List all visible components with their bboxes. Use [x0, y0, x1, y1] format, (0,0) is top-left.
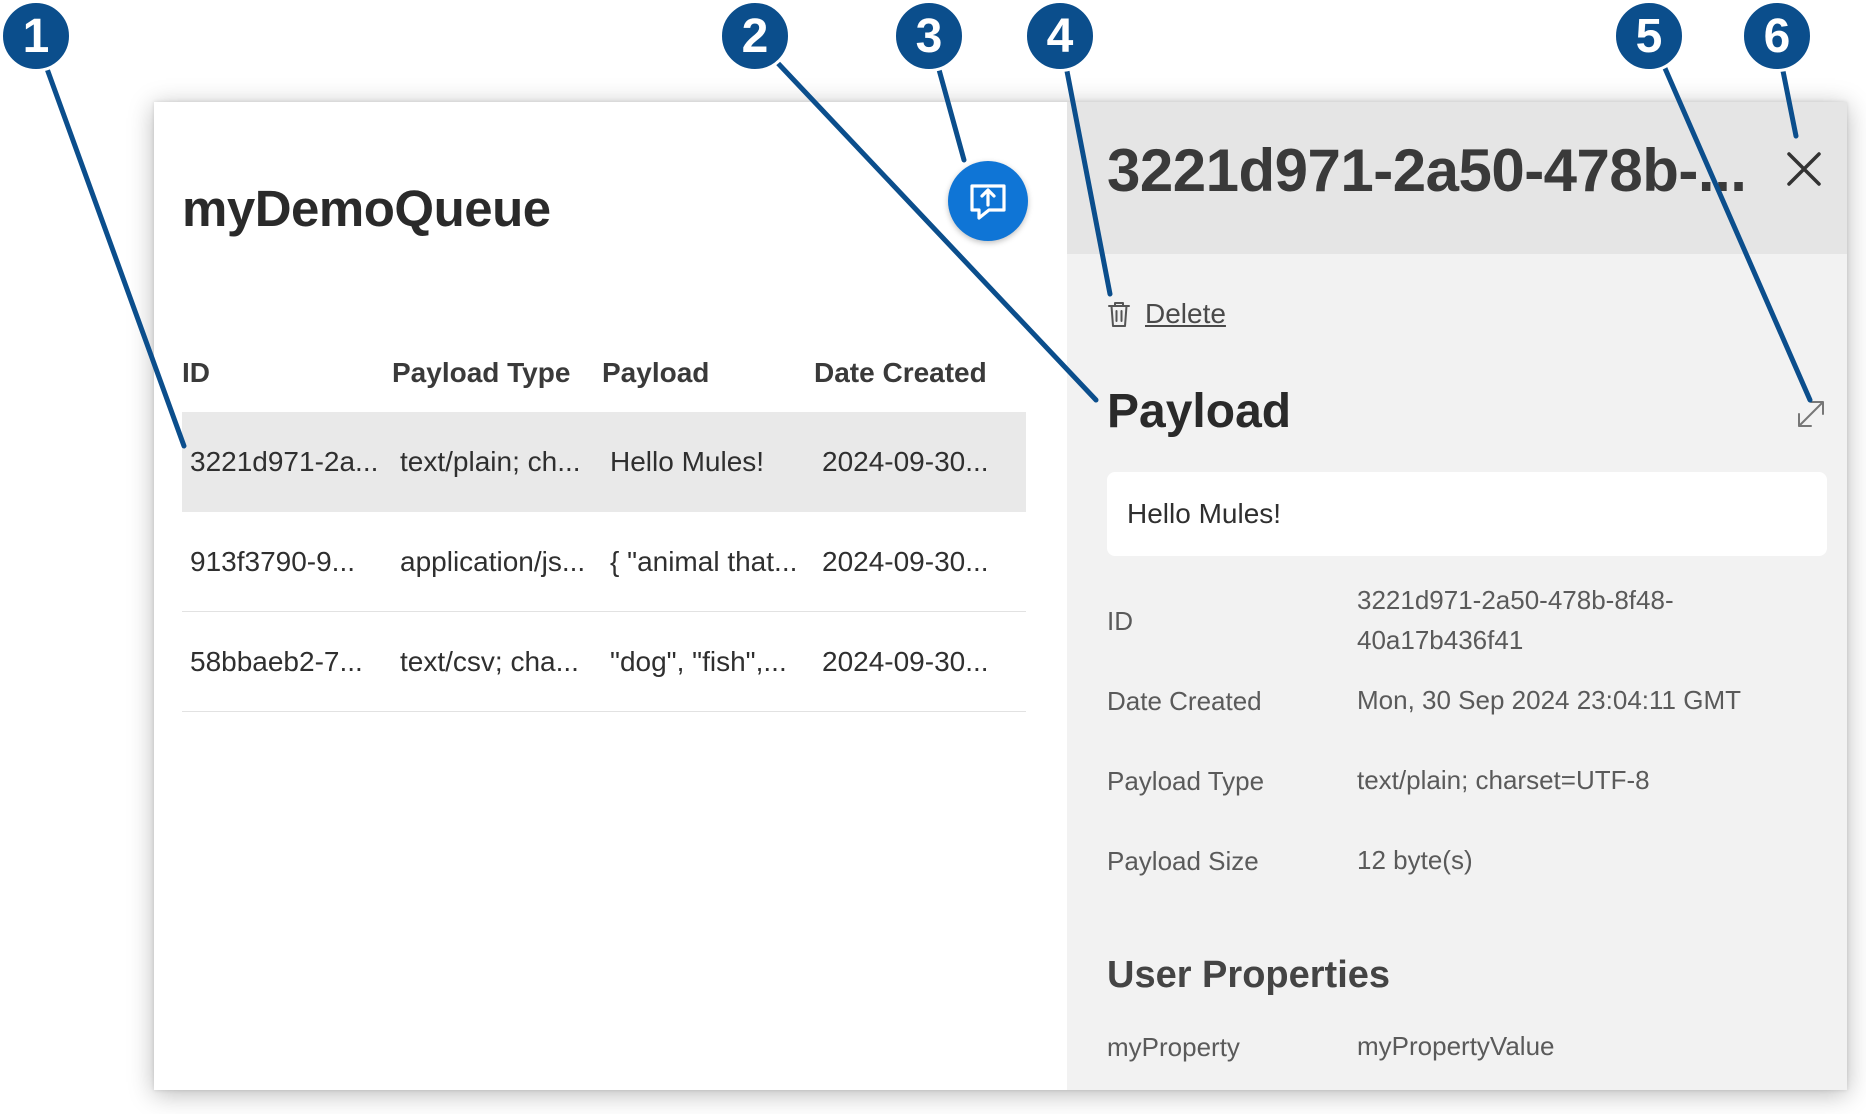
trash-icon — [1108, 302, 1130, 327]
message-upload-icon — [970, 184, 1006, 220]
callout-badge-3: 3 — [893, 0, 965, 72]
callout-badge-4: 4 — [1024, 0, 1096, 72]
queue-title: myDemoQueue — [182, 180, 551, 237]
close-icon — [1787, 152, 1821, 186]
cell-payload: "dog", "fish",... — [610, 645, 787, 677]
cell-id: 58bbaeb2-7... — [190, 645, 363, 677]
column-header-payload[interactable]: Payload — [602, 357, 814, 389]
delete-action[interactable]: Delete — [1107, 298, 1226, 330]
payload-content: Hello Mules! — [1127, 498, 1282, 529]
cell-payload: Hello Mules! — [610, 445, 765, 477]
column-header-date-created[interactable]: Date Created — [814, 357, 1026, 389]
callout-badge-6: 6 — [1741, 0, 1813, 72]
cell-payload: { "animal that... — [610, 545, 798, 577]
table-header: ID Payload Type Payload Date Created — [182, 334, 1026, 412]
message-detail-pane: 3221d971-2a50-478b-... Delete Payload He… — [1067, 102, 1847, 1090]
property-label-payload-size: Payload Size — [1107, 846, 1259, 876]
property-label-id: ID — [1107, 606, 1133, 636]
cell-date-created: 2024-09-30... — [822, 645, 989, 677]
cell-id: 913f3790-9... — [190, 545, 356, 577]
callout-badge-5: 5 — [1613, 0, 1685, 72]
column-header-payload-type[interactable]: Payload Type — [392, 357, 602, 389]
detail-title: 3221d971-2a50-478b-... — [1107, 137, 1747, 204]
table-row[interactable]: 913f3790-9... application/js... { "anima… — [182, 512, 1026, 612]
property-value-id: 3221d971-2a50-478b-8f48-40a17b436f41 — [1357, 585, 1674, 655]
messages-table: ID Payload Type Payload Date Created 322… — [182, 334, 1026, 712]
expand-icon — [1798, 401, 1824, 427]
user-property-label: myProperty — [1107, 1032, 1240, 1062]
payload-content-box: Hello Mules! — [1107, 472, 1827, 556]
publish-message-button[interactable] — [948, 161, 1028, 241]
cell-date-created: 2024-09-30... — [822, 445, 989, 477]
property-label-date-created: Date Created — [1107, 686, 1262, 716]
user-properties-heading: User Properties — [1107, 954, 1391, 996]
payload-heading: Payload — [1107, 385, 1292, 438]
table-row[interactable]: 3221d971-2a... text/plain; ch... Hello M… — [182, 412, 1026, 512]
cell-payload-type: text/csv; cha... — [400, 645, 579, 677]
property-label-payload-type: Payload Type — [1107, 766, 1265, 796]
queue-browser-window: myDemoQueue ID Payload Type Payload Date… — [154, 102, 1847, 1090]
property-value-payload-type: text/plain; charset=UTF-8 — [1357, 765, 1650, 795]
column-header-id[interactable]: ID — [182, 357, 392, 389]
table-row[interactable]: 58bbaeb2-7... text/csv; cha... "dog", "f… — [182, 612, 1026, 712]
property-value-date-created: Mon, 30 Sep 2024 23:04:11 GMT — [1357, 685, 1741, 715]
property-value-payload-size: 12 byte(s) — [1357, 845, 1473, 875]
delete-link[interactable]: Delete — [1145, 298, 1226, 330]
cell-payload-type: application/js... — [400, 545, 586, 577]
callout-badge-1: 1 — [0, 0, 72, 72]
close-button[interactable] — [1779, 144, 1829, 194]
expand-payload-button[interactable] — [1793, 396, 1829, 432]
cell-payload-type: text/plain; ch... — [400, 445, 581, 477]
user-property-value: myPropertyValue — [1357, 1031, 1555, 1061]
callout-badge-2: 2 — [719, 0, 791, 72]
detail-header: 3221d971-2a50-478b-... — [1067, 102, 1847, 254]
cell-id: 3221d971-2a... — [190, 445, 379, 477]
message-list-pane: myDemoQueue ID Payload Type Payload Date… — [154, 102, 1067, 1090]
cell-date-created: 2024-09-30... — [822, 545, 989, 577]
